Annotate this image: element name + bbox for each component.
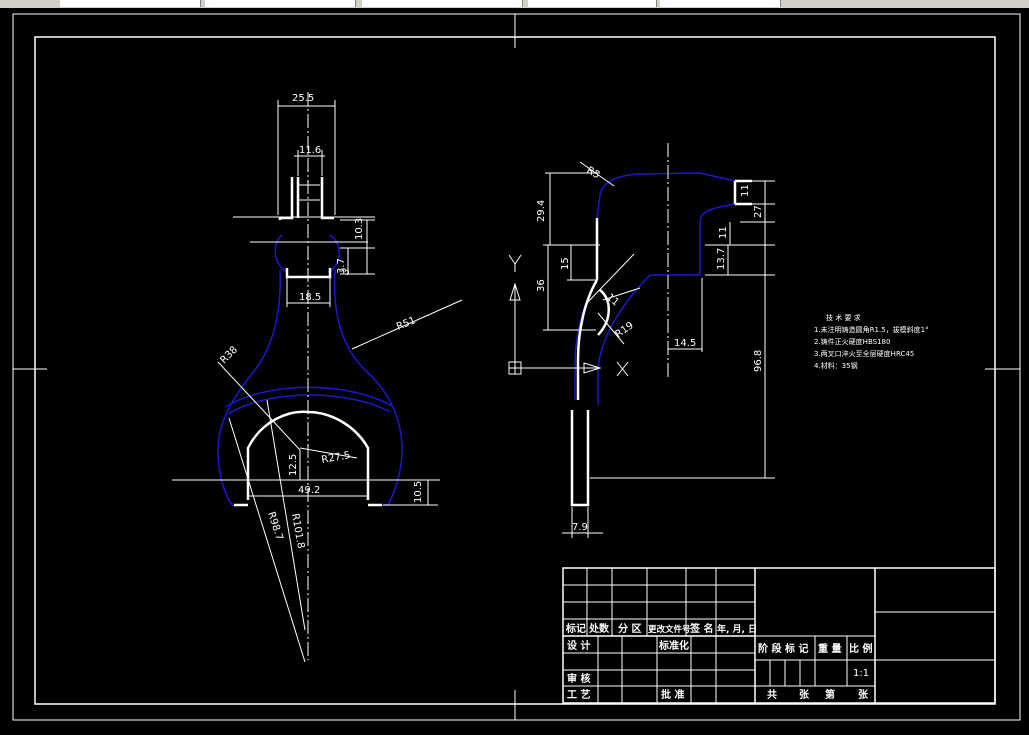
tb-sheet-no: 第: [825, 688, 835, 701]
dim-r51: R51: [395, 315, 417, 333]
title-block-text: 标记 处数 分 区 更改文件号 签 名 年, 月, 日 设 计 标准化 审 核 …: [565, 622, 872, 701]
dim-14: 14.5: [674, 338, 696, 349]
note-line: 2.铸件正火硬度HBS180: [814, 337, 890, 346]
dim-11c: 11: [604, 292, 621, 309]
tb-design: 设 计: [567, 639, 590, 652]
dim-79: 7.9: [572, 522, 588, 533]
ucs-icon: [508, 254, 629, 377]
title-block: [562, 567, 996, 704]
notes-title: 技 术 要 求: [826, 313, 861, 322]
tb-sheet-unit: 张: [858, 688, 869, 701]
tb-weight: 重 量: [818, 642, 841, 655]
dim-r19: R19: [613, 320, 635, 340]
tb-label: 处数: [588, 622, 610, 635]
dim-11b: 11: [718, 226, 729, 239]
toolbar-tab[interactable]: [60, 0, 201, 7]
dim-top-width: 25.5: [292, 93, 314, 104]
center-marks: [13, 14, 1020, 720]
tb-sheets: 张: [799, 688, 810, 701]
tb-total: 共: [767, 688, 777, 701]
toolbar-tab[interactable]: [528, 0, 657, 7]
tb-scale-label: 比 例: [849, 642, 872, 655]
dim-hole-height: 10.3: [354, 218, 365, 240]
dim-137: 13.7: [716, 248, 727, 270]
outer-frame: [12, 13, 1021, 721]
tb-label: 分 区: [618, 622, 641, 635]
tb-scale-value: 1:1: [853, 668, 869, 679]
tb-label: 签 名: [689, 622, 713, 635]
tb-process: 工 艺: [567, 688, 590, 701]
tb-label: 更改文件号: [648, 624, 691, 635]
dim-neck-width: 18.5: [299, 292, 321, 303]
front-view: 25.5 11.6 10.3 3.7 3 18.5 R51 R38 R27.5 …: [172, 92, 463, 663]
side-view: R5 29.4 15 36 11 27 11 13.7 11 R19 14.5 …: [508, 143, 775, 538]
dim-arc-height: 12.5: [288, 454, 299, 476]
note-line: 3.两叉口淬火至全层硬度HRC45: [814, 349, 914, 358]
dim-r1018: R101.8: [289, 513, 306, 550]
toolbar-tab[interactable]: [205, 0, 356, 7]
dim-r987: R98.7: [265, 511, 284, 542]
note-line: 1.未注明铸造圆角R1.5，拔模斜度1°: [814, 325, 929, 334]
dim-r38: R38: [218, 344, 240, 366]
dim-968: 96.8: [753, 350, 764, 372]
dim-bottom-width: 49.2: [298, 485, 320, 496]
note-line: 4.材料：35钢: [814, 361, 858, 370]
toolbar-tab[interactable]: [660, 0, 781, 7]
dim-15: 15: [560, 257, 571, 270]
dim-27: 27: [753, 205, 764, 218]
dim-foot-height: 10.5: [413, 481, 424, 503]
technical-requirements: 技 术 要 求 1.未注明铸造圆角R1.5，拔模斜度1° 2.铸件正火硬度HBS…: [814, 313, 929, 370]
toolbar-tab[interactable]: [362, 0, 523, 7]
drawing-canvas[interactable]: 25.5 11.6 10.3 3.7 3 18.5 R51 R38 R27.5 …: [0, 8, 1029, 731]
tb-standard: 标准化: [658, 639, 689, 652]
top-toolbar-strip: [0, 0, 1029, 8]
tb-label: 标记: [565, 622, 586, 635]
tb-stage-mark: 阶 段 标 记: [758, 642, 808, 655]
dim-36: 36: [536, 279, 547, 292]
dim-11a: 11: [740, 184, 751, 197]
tb-approve: 批 准: [661, 688, 684, 701]
tb-review: 审 核: [567, 672, 590, 685]
dim-slot-width: 11.6: [299, 145, 321, 156]
dim-29: 29.4: [536, 200, 547, 222]
tb-label: 年, 月, 日: [717, 623, 757, 635]
